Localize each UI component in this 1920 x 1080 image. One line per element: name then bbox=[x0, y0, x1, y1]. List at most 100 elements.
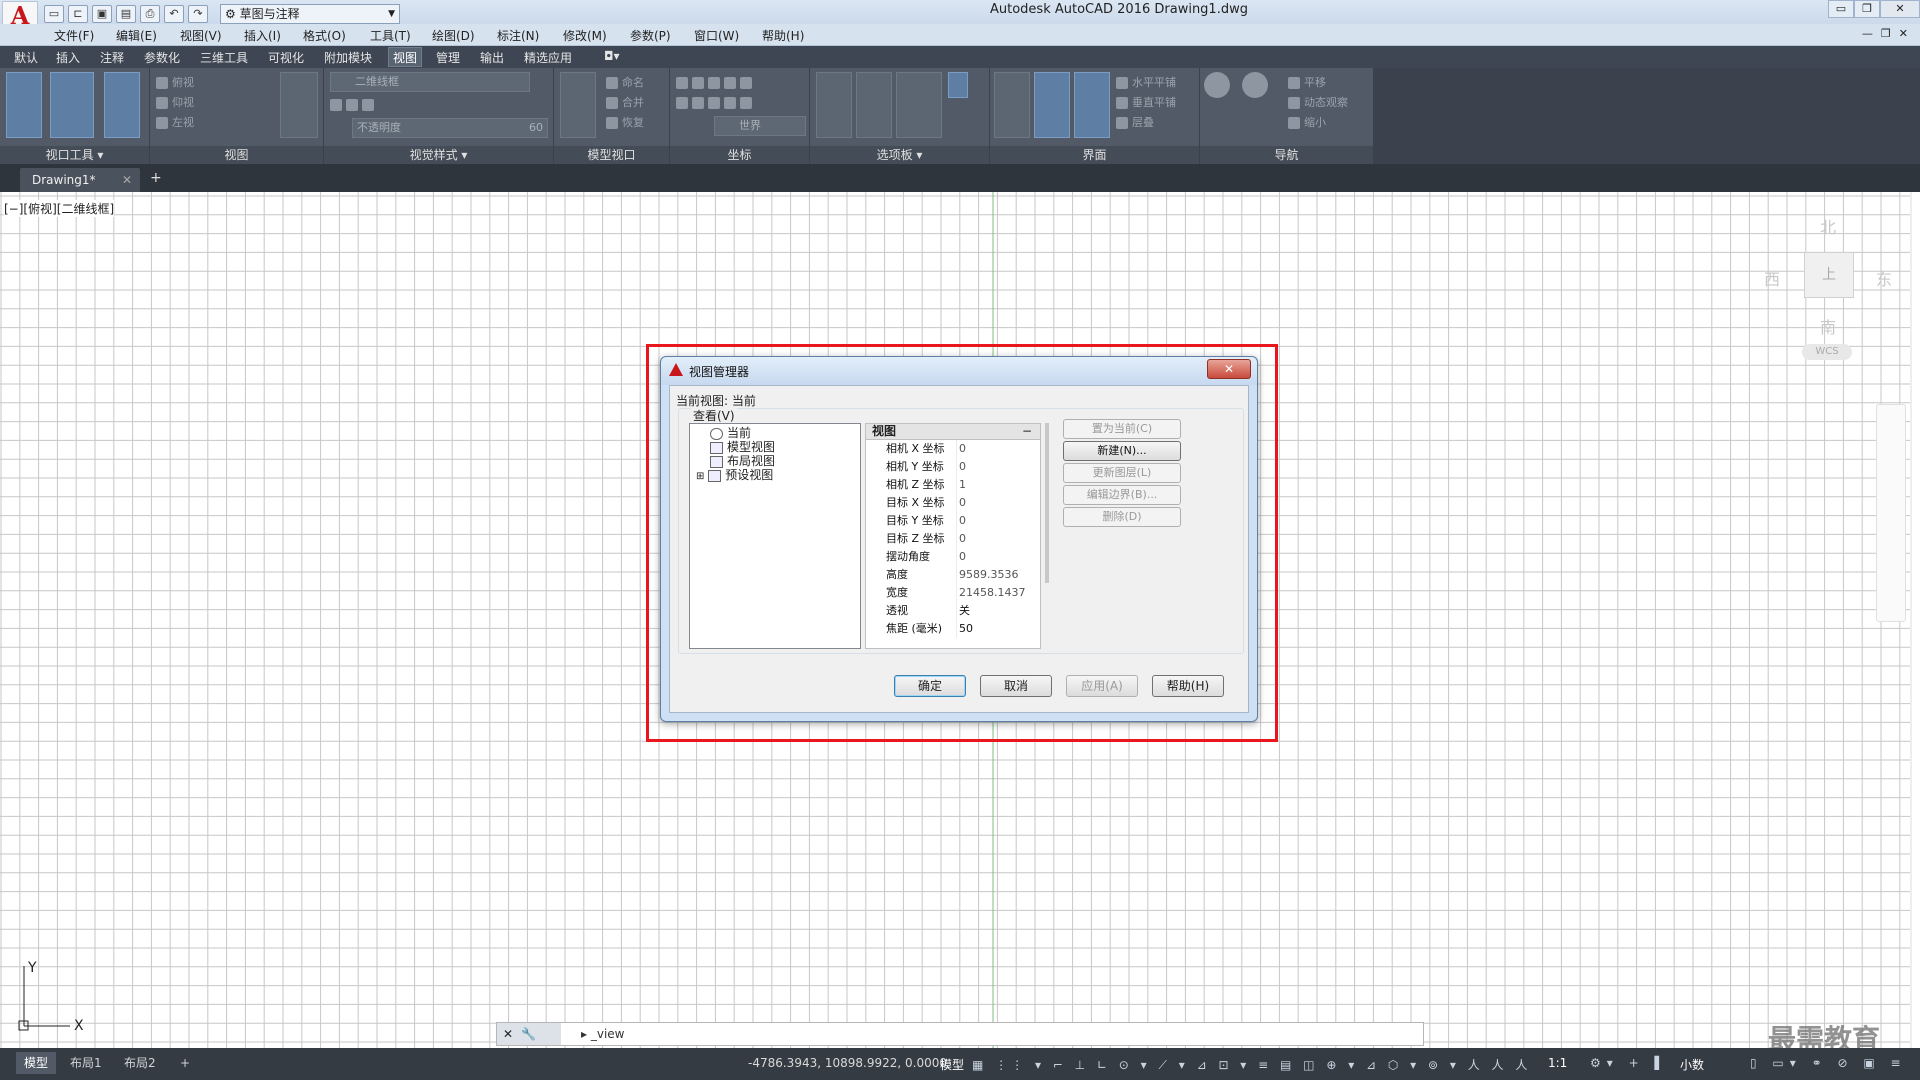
edit-boundaries-button[interactable]: 编辑边界(B)... bbox=[1063, 485, 1181, 505]
open-icon[interactable]: ⊏ bbox=[68, 5, 88, 23]
tree-item-current[interactable]: 当前 bbox=[710, 426, 751, 440]
redo-icon[interactable]: ↷ bbox=[188, 5, 208, 23]
layout-tab-model[interactable]: 模型 bbox=[16, 1052, 57, 1074]
tab-view[interactable]: 视图 bbox=[388, 47, 423, 67]
ucs-tools-row2[interactable] bbox=[676, 94, 756, 112]
expand-icon[interactable]: ⊞ bbox=[696, 471, 704, 482]
prop-perspective[interactable]: 透视关 bbox=[866, 602, 1040, 620]
viewport-controls-label[interactable]: [−][俯视][二维线框] bbox=[4, 200, 115, 217]
plot-icon[interactable]: ⎙ bbox=[140, 5, 160, 23]
save-icon[interactable]: ▣ bbox=[92, 5, 112, 23]
tab-manage[interactable]: 管理 bbox=[436, 49, 460, 66]
vertical-scrollbar[interactable] bbox=[1910, 192, 1912, 1048]
sheet-set-button[interactable] bbox=[896, 72, 942, 138]
prop-width[interactable]: 宽度 21458.1437 bbox=[866, 584, 1040, 602]
tab-featured-apps[interactable]: 精选应用 bbox=[524, 49, 572, 66]
restore-button[interactable]: ❐ bbox=[1854, 0, 1880, 18]
tile-horizontal[interactable]: 水平平铺 bbox=[1116, 74, 1176, 92]
properties-button[interactable] bbox=[856, 72, 892, 138]
drafting-toggles[interactable]: ▦ ⋮⋮ ▾ ⌐ ⊥ ∟ ⊙ ▾ ⟋ ▾ ⊿ ⊡ ▾ ≡ ▤ ◫ ⊕ ▾ ⊿ ⬡… bbox=[972, 1056, 1531, 1073]
status-tray-icons[interactable]: ▯ ▭▾ ⚭ ⊘ ▣ ≡ bbox=[1750, 1056, 1907, 1070]
add-layout-button[interactable]: + bbox=[172, 1052, 198, 1074]
view-properties-grid[interactable]: 视图 − 相机 X 坐标 0 相机 Y 坐标 0 相机 Z 坐标 1 目标 X 坐标 0 … bbox=[865, 423, 1041, 649]
orbit-tool[interactable]: 动态观察 bbox=[1288, 94, 1348, 112]
apply-button[interactable]: 应用(A) bbox=[1066, 675, 1138, 697]
view-left[interactable]: 左视 bbox=[156, 114, 194, 132]
tile-vertical[interactable]: 垂直平铺 bbox=[1116, 94, 1176, 112]
vp-join[interactable]: 合并 bbox=[606, 94, 644, 112]
tree-item-layout-views[interactable]: 布局视图 bbox=[710, 454, 775, 468]
menu-insert[interactable]: 插入(I) bbox=[244, 27, 281, 44]
view-top[interactable]: 俯视 bbox=[156, 74, 194, 92]
layout-tab-layout1[interactable]: 布局1 bbox=[62, 1052, 110, 1074]
view-manager-button[interactable] bbox=[280, 72, 318, 138]
prop-target-y[interactable]: 目标 Y 坐标 0 bbox=[866, 512, 1040, 530]
tab-annotate[interactable]: 注释 bbox=[100, 49, 124, 66]
tab-parametric[interactable]: 参数化 bbox=[144, 49, 180, 66]
tab-visualize[interactable]: 可视化 bbox=[268, 49, 304, 66]
switch-windows-button[interactable] bbox=[994, 72, 1030, 138]
viewcube-toggle-button[interactable] bbox=[50, 72, 94, 138]
new-view-button[interactable]: 新建(N)... bbox=[1063, 441, 1181, 461]
menu-view[interactable]: 视图(V) bbox=[180, 27, 222, 44]
menu-edit[interactable]: 编辑(E) bbox=[116, 27, 157, 44]
prop-camera-z[interactable]: 相机 Z 坐标 1 bbox=[866, 476, 1040, 494]
units-dropdown[interactable]: 小数 bbox=[1680, 1056, 1704, 1073]
prop-camera-x[interactable]: 相机 X 坐标 0 bbox=[866, 440, 1040, 458]
navbar-toggle-button[interactable] bbox=[104, 72, 140, 138]
palette-toggle-icon[interactable] bbox=[948, 72, 968, 98]
help-button[interactable]: 帮助(H) bbox=[1152, 675, 1224, 697]
viewcube-east[interactable]: 东 bbox=[1876, 266, 1892, 290]
prop-target-x[interactable]: 目标 X 坐标 0 bbox=[866, 494, 1040, 512]
prop-target-z[interactable]: 目标 Z 坐标 0 bbox=[866, 530, 1040, 548]
coordinates-readout[interactable]: -4786.3943, 10898.9922, 0.0000 bbox=[748, 1056, 947, 1070]
ucs-icon-button[interactable] bbox=[6, 72, 42, 138]
workspace-dropdown[interactable]: ⚙ 草图与注释 ▼ bbox=[220, 4, 400, 24]
tool-palettes-button[interactable] bbox=[816, 72, 852, 138]
save-as-icon[interactable]: ▤ bbox=[116, 5, 136, 23]
properties-scrollbar[interactable] bbox=[1045, 423, 1049, 583]
tab-3d-tools[interactable]: 三维工具 bbox=[200, 49, 248, 66]
ribbon-options-icon[interactable]: ◘▾ bbox=[604, 49, 620, 63]
tab-addins[interactable]: 附加模块 bbox=[324, 49, 372, 66]
prop-height[interactable]: 高度 9589.3536 bbox=[866, 566, 1040, 584]
wcs-menu[interactable]: WCS bbox=[1802, 344, 1852, 360]
zoom-tool[interactable]: 缩小 bbox=[1288, 114, 1326, 132]
prop-focal-length[interactable]: 焦距 (毫米) 50 bbox=[866, 620, 1040, 638]
visual-style-dropdown[interactable]: 二维线框 bbox=[330, 72, 530, 92]
menu-draw[interactable]: 绘图(D) bbox=[432, 27, 475, 44]
layout-tab-layout2[interactable]: 布局2 bbox=[116, 1052, 164, 1074]
menu-help[interactable]: 帮助(H) bbox=[762, 27, 804, 44]
close-icon[interactable]: ✕ bbox=[122, 168, 132, 192]
layout-tabs-button[interactable] bbox=[1074, 72, 1110, 138]
visual-style-icons[interactable] bbox=[330, 96, 378, 114]
view-tree[interactable]: 当前 模型视图 布局视图 ⊞ 预设视图 bbox=[689, 423, 861, 649]
forward-button[interactable] bbox=[1242, 72, 1278, 138]
menu-dimension[interactable]: 标注(N) bbox=[497, 27, 539, 44]
viewcube-face-top[interactable]: 上 bbox=[1804, 252, 1854, 298]
viewcube-north[interactable]: 北 bbox=[1820, 214, 1836, 238]
cancel-button[interactable]: 取消 bbox=[980, 675, 1052, 697]
minimize-button[interactable]: ▭ bbox=[1828, 0, 1854, 18]
command-input[interactable]: ▸ _view bbox=[581, 1027, 624, 1041]
menu-modify[interactable]: 修改(M) bbox=[563, 27, 607, 44]
navigation-bar[interactable] bbox=[1876, 404, 1906, 622]
pan-tool[interactable]: 平移 bbox=[1288, 74, 1326, 92]
tab-default[interactable]: 默认 bbox=[14, 49, 38, 66]
file-tab-drawing1[interactable]: Drawing1* ✕ bbox=[20, 168, 140, 192]
prop-camera-y[interactable]: 相机 Y 坐标 0 bbox=[866, 458, 1040, 476]
workspace-icons[interactable]: ⚙▾ + ▌ bbox=[1590, 1056, 1670, 1070]
vp-named[interactable]: 命名 bbox=[606, 74, 644, 92]
viewcube-west[interactable]: 西 bbox=[1764, 266, 1780, 290]
properties-header[interactable]: 视图 − bbox=[866, 424, 1040, 440]
tree-item-preset-views[interactable]: ⊞ 预设视图 bbox=[696, 468, 773, 484]
command-line-tools[interactable]: ✕🔧 bbox=[497, 1023, 561, 1045]
view-bottom[interactable]: 仰视 bbox=[156, 94, 194, 112]
viewcube-south[interactable]: 南 bbox=[1820, 314, 1836, 338]
tree-item-model-views[interactable]: 模型视图 bbox=[710, 440, 775, 454]
menu-tools[interactable]: 工具(T) bbox=[370, 27, 411, 44]
collapse-icon[interactable]: − bbox=[1022, 424, 1032, 439]
vp-restore[interactable]: 恢复 bbox=[606, 114, 644, 132]
prop-roll-angle[interactable]: 摆动角度 0 bbox=[866, 548, 1040, 566]
dialog-titlebar[interactable]: 视图管理器 ✕ bbox=[661, 357, 1257, 385]
